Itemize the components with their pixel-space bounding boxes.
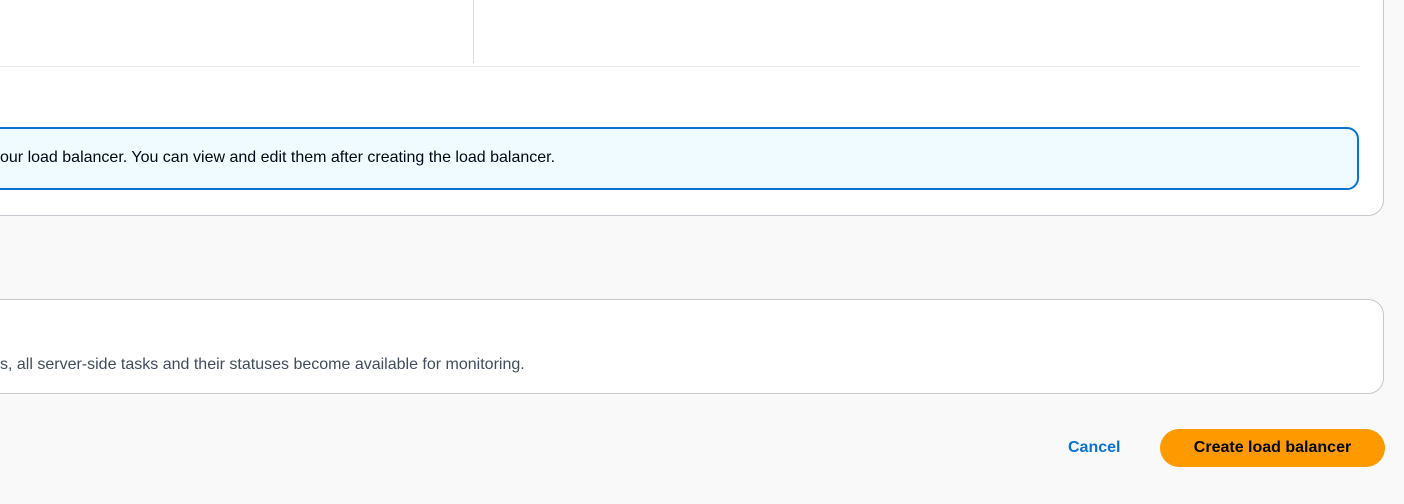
monitoring-description: s, all server-side tasks and their statu…	[0, 356, 525, 373]
column-divider	[473, 0, 474, 63]
monitoring-container	[0, 299, 1384, 394]
cancel-button[interactable]: Cancel	[1068, 438, 1120, 458]
create-load-balancer-button[interactable]: Create load balancer	[1160, 429, 1385, 467]
row-divider	[0, 66, 1360, 67]
page: our load balancer. You can view and edit…	[0, 0, 1404, 504]
info-alert-message: our load balancer. You can view and edit…	[0, 149, 556, 166]
